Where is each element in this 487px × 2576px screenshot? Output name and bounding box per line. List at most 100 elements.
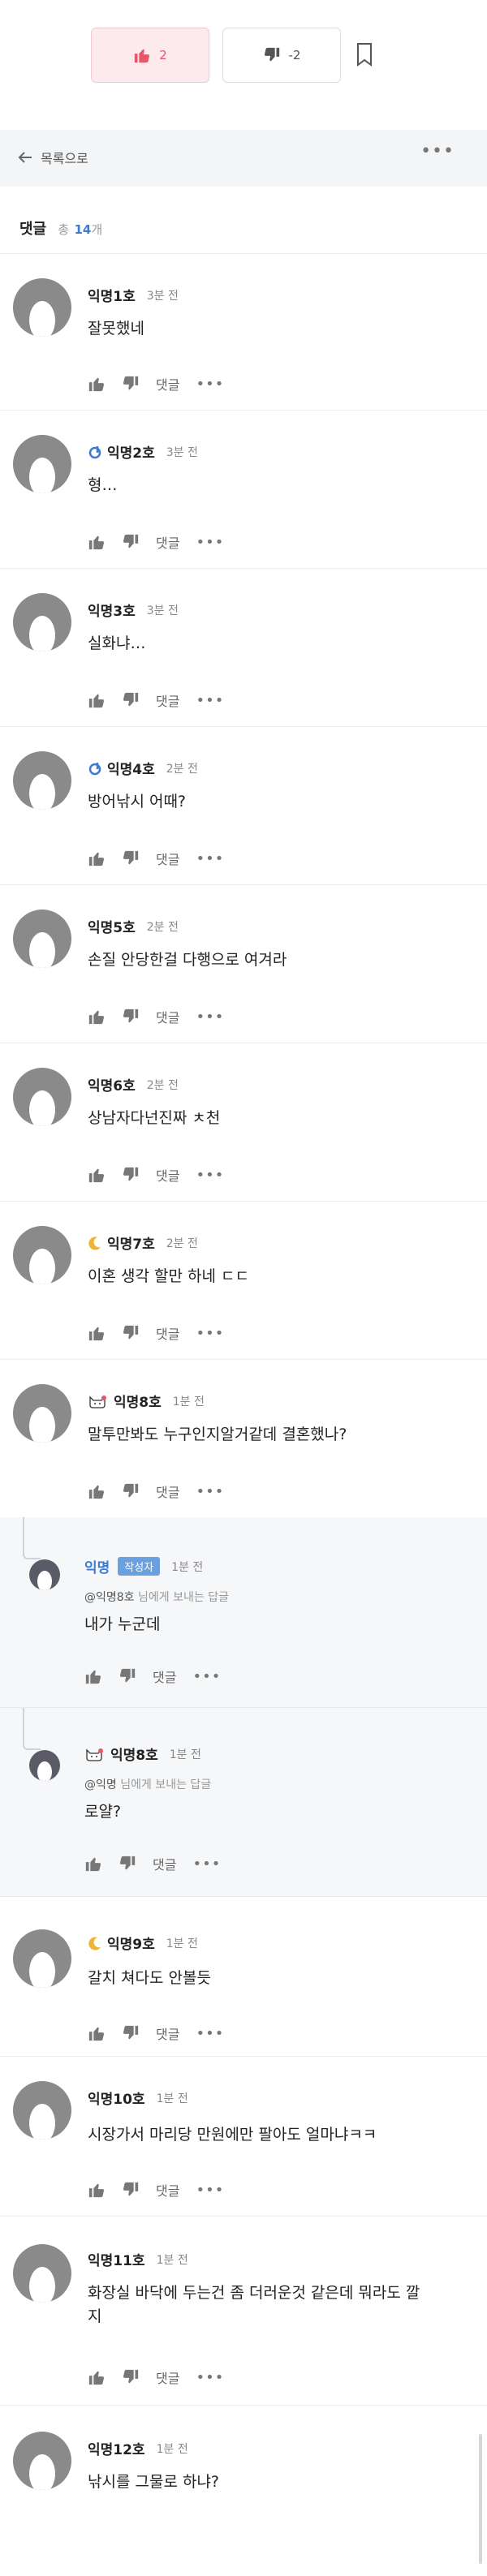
- comment-actions: 댓글 •••: [88, 532, 224, 552]
- avatar: [13, 910, 71, 968]
- thumbs-up-icon[interactable]: [84, 1855, 102, 1873]
- reply-button[interactable]: 댓글: [156, 849, 179, 868]
- thumbs-up-icon[interactable]: [88, 691, 106, 709]
- more-icon[interactable]: •••: [196, 376, 224, 393]
- thumbs-down-icon[interactable]: [122, 2181, 140, 2199]
- reply-button[interactable]: 댓글: [156, 2180, 179, 2200]
- thumbs-down-icon[interactable]: [122, 1324, 140, 1342]
- reply-button[interactable]: 댓글: [156, 1007, 179, 1026]
- comment-content: 시장가서 마리당 만원에만 팔아도 얼마냐ㅋㅋ: [88, 2126, 377, 2144]
- comment: 익명5호 2분 전 손질 안당한걸 다행으로 여겨라 댓글 •••: [0, 885, 487, 1043]
- reply-button[interactable]: 댓글: [153, 1854, 176, 1873]
- reply-target: @익명8호 님에게 보내는 답글: [84, 1591, 229, 1604]
- thumbs-down-icon[interactable]: [122, 2024, 140, 2042]
- thumbs-up-icon[interactable]: [88, 1008, 106, 1026]
- moon-grade-icon: [88, 1937, 101, 1950]
- comment-content: 낚시를 그물로 하냐?: [88, 2473, 220, 2491]
- comments-title: 댓글: [19, 221, 47, 238]
- thumbs-up-icon[interactable]: [88, 849, 106, 867]
- comment-content: 로얄?: [84, 1803, 122, 1821]
- reply-button[interactable]: 댓글: [156, 374, 179, 393]
- thumbs-down-icon[interactable]: [122, 1166, 140, 1184]
- thumbs-down-icon[interactable]: [122, 1008, 140, 1026]
- thumbs-up-icon[interactable]: [88, 1166, 106, 1184]
- upvote-button[interactable]: 2: [91, 28, 209, 83]
- leaf-grade-icon: [88, 762, 101, 775]
- reply-button[interactable]: 댓글: [156, 690, 179, 710]
- more-icon[interactable]: •••: [192, 1668, 221, 1685]
- reply-arrow: [23, 1517, 41, 1559]
- reply-button[interactable]: 댓글: [156, 1323, 179, 1343]
- more-icon[interactable]: •••: [196, 2369, 224, 2386]
- bookmark-icon[interactable]: [356, 42, 373, 67]
- thumbs-down-icon[interactable]: [119, 1855, 136, 1873]
- more-icon[interactable]: •••: [420, 141, 455, 161]
- reply-target: @익명 님에게 보내는 답글: [84, 1778, 212, 1791]
- comments-total-label: 총: [58, 222, 70, 237]
- comment-author: 익명1호 3분 전: [88, 285, 179, 305]
- comment-content: 화장실 바닥에 두는건 좀 더러운것 같은데 뭐라도 깔 지: [88, 2284, 420, 2326]
- more-icon[interactable]: •••: [196, 1167, 224, 1184]
- cat-grade-icon: [86, 1748, 103, 1761]
- reply-button[interactable]: 댓글: [153, 1666, 176, 1686]
- cat-grade-icon: [89, 1395, 106, 1408]
- comment-content: 상남자다넌진짜 ㅊ천: [88, 1109, 221, 1127]
- comment-content: 이혼 생각 할만 하네 ㄷㄷ: [88, 1267, 249, 1285]
- comment-author: 익명 작성자 1분 전: [84, 1556, 203, 1576]
- moon-grade-icon: [88, 1236, 101, 1250]
- more-icon[interactable]: •••: [196, 2025, 224, 2042]
- comment: 익명12호 1분 전 낚시를 그물로 하냐?: [0, 2406, 487, 2576]
- thumbs-up-icon[interactable]: [88, 533, 106, 551]
- thumbs-up-icon[interactable]: [88, 2181, 106, 2199]
- reply-button[interactable]: 댓글: [156, 532, 179, 552]
- more-icon[interactable]: •••: [196, 1008, 224, 1026]
- avatar: [13, 751, 71, 810]
- comment-content: 잘못했네: [88, 320, 144, 338]
- thumbs-up-icon[interactable]: [88, 2368, 106, 2386]
- thumbs-down-icon[interactable]: [122, 1482, 140, 1500]
- thumbs-up-icon[interactable]: [88, 1482, 106, 1500]
- avatar: [13, 435, 71, 493]
- comment-author: 익명10호 1분 전: [88, 2088, 188, 2108]
- comment-actions: 댓글 •••: [84, 1666, 221, 1686]
- comment: 익명10호 1분 전 시장가서 마리당 만원에만 팔아도 얼마냐ㅋㅋ 댓글 •••: [0, 2057, 487, 2216]
- more-icon[interactable]: •••: [196, 1325, 224, 1342]
- thumbs-down-icon[interactable]: [122, 2368, 140, 2386]
- comment-author: 익명5호 2분 전: [88, 916, 179, 936]
- avatar: [13, 2081, 71, 2139]
- comment-actions: 댓글 •••: [88, 2367, 224, 2387]
- comment: 익명9호 1분 전 갈치 쳐다도 안볼듯 댓글 •••: [0, 1897, 487, 2056]
- thumbs-down-icon[interactable]: [122, 375, 140, 393]
- reply-button[interactable]: 댓글: [156, 1165, 179, 1185]
- back-to-list-link[interactable]: 목록으로: [18, 148, 88, 167]
- comment-content: 내가 누군데: [84, 1615, 161, 1633]
- avatar: [13, 1068, 71, 1126]
- more-icon[interactable]: •••: [196, 692, 224, 709]
- comment: 익명1호 3분 전 잘못했네 댓글 •••: [0, 254, 487, 410]
- thumbs-up-icon[interactable]: [88, 1324, 106, 1342]
- comment-author: 익명11호 1분 전: [88, 2249, 188, 2269]
- more-icon[interactable]: •••: [196, 2182, 224, 2199]
- more-icon[interactable]: •••: [196, 850, 224, 867]
- reply-button[interactable]: 댓글: [156, 2367, 179, 2387]
- comment-content: 갈치 쳐다도 안볼듯: [88, 1969, 211, 1987]
- reply-button[interactable]: 댓글: [156, 2023, 179, 2043]
- thumbs-down-icon[interactable]: [122, 691, 140, 709]
- reply-button[interactable]: 댓글: [156, 1482, 179, 1501]
- thumbs-down-icon[interactable]: [122, 533, 140, 551]
- more-icon[interactable]: •••: [196, 1483, 224, 1500]
- thumbs-down-icon[interactable]: [122, 849, 140, 867]
- vote-bar: 2 -2: [0, 28, 487, 83]
- more-icon[interactable]: •••: [196, 534, 224, 551]
- thumbs-up-icon[interactable]: [88, 2024, 106, 2042]
- avatar: [13, 278, 71, 337]
- thumbs-up-icon[interactable]: [84, 1667, 102, 1685]
- thumbs-up-icon[interactable]: [88, 375, 106, 393]
- avatar: [29, 1750, 60, 1781]
- more-icon[interactable]: •••: [192, 1856, 221, 1873]
- thumbs-down-icon[interactable]: [119, 1667, 136, 1685]
- scrollbar[interactable]: [479, 2434, 482, 2564]
- leaf-grade-icon: [88, 445, 101, 458]
- comment-author: 익명6호 2분 전: [88, 1074, 179, 1094]
- downvote-button[interactable]: -2: [222, 28, 341, 83]
